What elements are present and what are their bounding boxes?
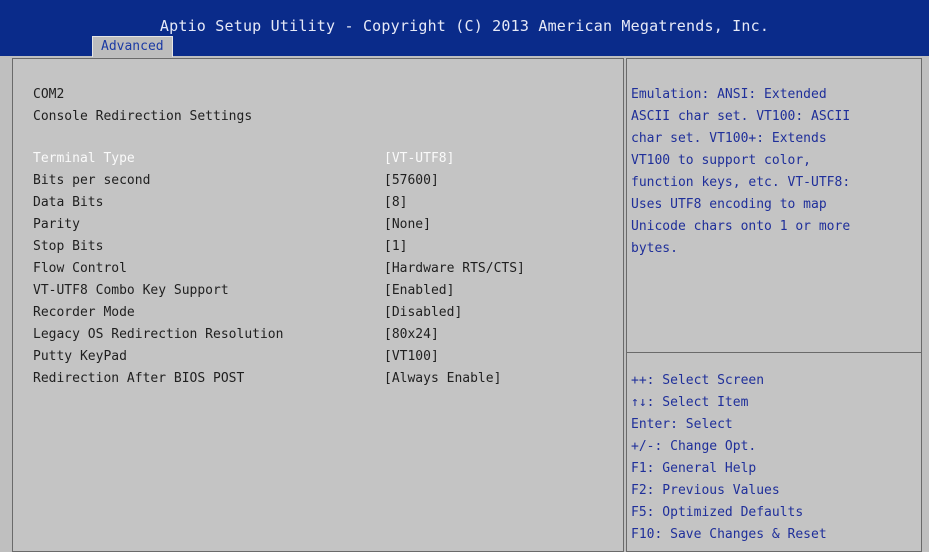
key-hint: F2: Previous Values <box>631 483 780 498</box>
help-text-line: ASCII char set. VT100: ASCII <box>631 109 851 124</box>
tab-advanced[interactable]: Advanced <box>92 36 173 57</box>
setting-value[interactable]: [None] <box>384 217 431 232</box>
setting-legacy-os-resolution[interactable]: Legacy OS Redirection Resolution [80x24] <box>13 327 623 347</box>
setting-putty-keypad[interactable]: Putty KeyPad [VT100] <box>13 349 623 369</box>
help-text-line: function keys, etc. VT-UTF8: <box>631 175 851 190</box>
setting-label: Bits per second <box>33 173 151 188</box>
setting-recorder-mode[interactable]: Recorder Mode [Disabled] <box>13 305 623 325</box>
setting-label: Putty KeyPad <box>33 349 127 364</box>
setting-bits-per-second[interactable]: Bits per second [57600] <box>13 173 623 193</box>
app-title: Aptio Setup Utility - Copyright (C) 2013… <box>159 17 770 35</box>
setting-value[interactable]: [Enabled] <box>384 283 454 298</box>
setting-terminal-type[interactable]: Terminal Type [VT-UTF8] <box>13 151 623 171</box>
setting-value[interactable]: [Hardware RTS/CTS] <box>384 261 525 276</box>
setting-value[interactable]: [Always Enable] <box>384 371 501 386</box>
key-hint: ++: Select Screen <box>631 373 765 388</box>
key-hint: F10: Save Changes & Reset <box>631 527 827 542</box>
key-hint: F1: General Help <box>631 461 757 476</box>
setting-label: Redirection After BIOS POST <box>33 371 245 386</box>
setting-vt-utf8-combo-key[interactable]: VT-UTF8 Combo Key Support [Enabled] <box>13 283 623 303</box>
key-hint: F5: Optimized Defaults <box>631 505 804 520</box>
help-text-line: bytes. <box>631 241 678 256</box>
help-text-line: Unicode chars onto 1 or more <box>631 219 851 234</box>
setting-value[interactable]: [VT100] <box>384 349 439 364</box>
setting-label: Terminal Type <box>33 151 135 166</box>
key-hint: +/-: Change Opt. <box>631 439 757 454</box>
setting-label: Stop Bits <box>33 239 104 254</box>
help-description: Emulation: ANSI: Extended ASCII char set… <box>627 59 921 353</box>
page-subtitle: Console Redirection Settings <box>33 109 253 124</box>
setting-redirection-after-post[interactable]: Redirection After BIOS POST [Always Enab… <box>13 371 623 391</box>
setting-parity[interactable]: Parity [None] <box>13 217 623 237</box>
setting-value[interactable]: [80x24] <box>384 327 439 342</box>
section-title: COM2 <box>33 87 65 102</box>
setting-flow-control[interactable]: Flow Control [Hardware RTS/CTS] <box>13 261 623 281</box>
setting-value[interactable]: [Disabled] <box>384 305 462 320</box>
help-text-line: Uses UTF8 encoding to map <box>631 197 827 212</box>
setting-label: Flow Control <box>33 261 127 276</box>
setting-value[interactable]: [57600] <box>384 173 439 188</box>
setting-value[interactable]: [1] <box>384 239 407 254</box>
help-panel: Emulation: ANSI: Extended ASCII char set… <box>626 58 922 552</box>
setting-label: Recorder Mode <box>33 305 135 320</box>
settings-panel: COM2 Console Redirection Settings Termin… <box>12 58 624 552</box>
key-hint: ↑↓: Select Item <box>631 395 749 410</box>
setting-data-bits[interactable]: Data Bits [8] <box>13 195 623 215</box>
setting-label: Parity <box>33 217 80 232</box>
setting-value[interactable]: [8] <box>384 195 407 210</box>
setting-value[interactable]: [VT-UTF8] <box>384 151 454 166</box>
help-text-line: Emulation: ANSI: Extended <box>631 87 827 102</box>
setting-label: Legacy OS Redirection Resolution <box>33 327 284 342</box>
key-hint: Enter: Select <box>631 417 733 432</box>
help-text-line: VT100 to support color, <box>631 153 812 168</box>
header-bar: Aptio Setup Utility - Copyright (C) 2013… <box>0 0 929 57</box>
help-text-line: char set. VT100+: Extends <box>631 131 827 146</box>
setting-stop-bits[interactable]: Stop Bits [1] <box>13 239 623 259</box>
setting-label: VT-UTF8 Combo Key Support <box>33 283 229 298</box>
setting-label: Data Bits <box>33 195 104 210</box>
